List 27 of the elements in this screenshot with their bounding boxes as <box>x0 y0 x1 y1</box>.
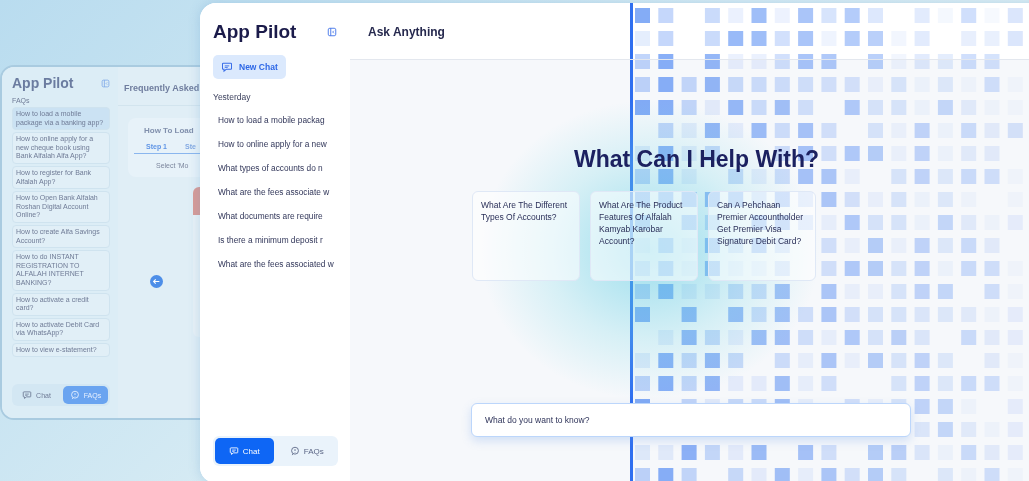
speech-bubble-icon <box>289 446 300 456</box>
chat-tab[interactable]: Chat <box>215 438 274 464</box>
suggestion-card[interactable]: Can A Pehchaan Premier Accountholder Get Premier Visa Signature Debit Card? <box>708 191 816 281</box>
app-title: App Pilot <box>213 21 297 43</box>
app-title: App Pilot <box>12 75 74 91</box>
chat-history-item[interactable]: How to load a mobile packag <box>213 108 338 132</box>
suggestion-card[interactable]: What Are The Different Types Of Accounts? <box>472 191 580 281</box>
chat-history-item[interactable]: What documents are require <box>213 204 338 228</box>
chat-history-item[interactable]: What are the fees associate w <box>213 180 338 204</box>
card-title: How To Load <box>143 126 195 137</box>
chat-history-item[interactable]: Is there a minimum deposit r <box>213 228 338 252</box>
question-input-field[interactable]: What do you want to know? <box>471 403 911 437</box>
left-arrow-icon <box>150 275 163 288</box>
chat-bubble-icon <box>22 390 33 400</box>
chat-history-item[interactable]: What are the fees associated w <box>213 252 338 276</box>
chat-history-item[interactable]: How to online apply for a new <box>213 132 338 156</box>
suggestion-card[interactable]: What Are The Product Features Of Alfalah Kamyab Karobar Account? <box>590 191 698 281</box>
chat-bubble-icon <box>221 61 233 73</box>
collapse-sidebar-icon <box>101 78 110 88</box>
chat-bubble-icon <box>228 446 239 456</box>
new-chat-button[interactable]: New Chat <box>213 55 286 79</box>
speech-bubble-icon <box>69 390 80 400</box>
chat-history-item[interactable]: What types of accounts do n <box>213 156 338 180</box>
collapse-sidebar-icon <box>327 27 337 37</box>
greeting-heading: What Can I Help With? <box>574 146 820 173</box>
page-header: Ask Anything <box>350 3 1029 60</box>
faqs-tab[interactable]: FAQs <box>277 438 336 464</box>
